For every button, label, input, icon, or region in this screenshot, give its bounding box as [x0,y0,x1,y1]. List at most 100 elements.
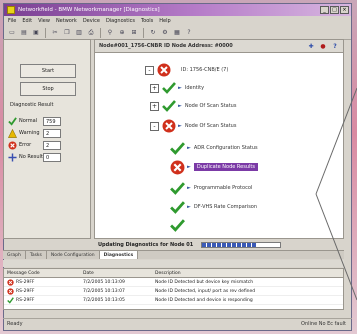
arrow-icon: ► [178,123,182,129]
menu-view[interactable]: View [38,18,50,24]
stop-button[interactable]: Stop [20,82,76,96]
diagnostic-tree-panel: Node#001_1756-CNBR ID Node Address: #000… [94,39,344,239]
warning-icon [8,128,17,138]
menu-help[interactable]: Help [159,18,170,24]
tree-node-partial[interactable] [170,218,187,232]
row-date: 7/2/2005 10:13:05 [83,298,125,303]
expand-toggle[interactable]: + [150,101,159,111]
maximize-button[interactable]: □ [330,6,339,14]
check-icon [170,200,185,214]
tree-node-label: Identity [184,85,205,91]
menu-bar: File Edit View Network Device Diagnostic… [4,16,351,26]
tree-node-identity[interactable]: + ► Identity [150,81,204,95]
stop-icon[interactable]: ● [318,42,328,51]
arrow-icon: ► [187,185,191,191]
menu-network[interactable]: Network [56,18,77,24]
chart-icon[interactable]: ▦ [172,28,182,38]
no-result-icon [8,152,17,162]
table-header: Message Code Date Description [4,269,343,278]
count-row-warning: Warning 2 [8,128,88,138]
table-row[interactable]: RS-29FF 7/2/2005 10:13:05 Node ID Detect… [4,296,343,305]
row-description: Node ID Detected and device is respondin… [155,298,253,303]
find-icon[interactable]: ⚲ [105,28,115,38]
arrow-icon: ► [187,204,191,210]
tree-node-scan-status-error[interactable]: - ► Node Of Scan Status [150,119,236,133]
toolbar-separator [100,27,101,38]
tree-node-label: ID: 1756-CNB/E (7) [181,67,229,73]
error-icon [156,63,171,77]
count-value: 2 [43,140,61,150]
tree-node-scan-status[interactable]: + ► Node Of Scan Status [150,99,236,113]
tree-node-label: Node Of Scan Status [184,123,237,129]
count-row-error: Error 2 [8,140,88,150]
log-toolbar [3,260,344,267]
refresh-icon[interactable]: ↻ [148,28,158,38]
tree-node-label: Node Of Scan Status [184,103,237,109]
menu-edit[interactable]: Edit [22,18,32,24]
check-icon [161,81,176,95]
tab-diagnostics[interactable]: Diagnostics [99,251,139,259]
copy-icon[interactable]: ❐ [62,28,72,38]
tree-node-label: DF-VHS Rate Comparison [193,204,258,210]
toolbar: ▭ ▤ ▣ ✂ ❐ ▥ ⎙ ⚲ ⊕ ⊞ ↻ ⚙ ▦ ? [4,26,351,40]
close-button[interactable]: × [340,6,349,14]
progress-fill [202,242,257,247]
check-icon [8,116,17,126]
tree-node-adr-config[interactable]: ► ADR Configuration Status [170,141,258,155]
table-row[interactable]: RS-29FF 7/2/2005 10:13:07 Node ID Detect… [4,287,343,296]
toolbar-separator [45,27,46,38]
new-icon[interactable]: ▭ [7,28,17,38]
check-icon [170,218,185,232]
column-header-date[interactable]: Date [80,269,152,277]
window-title: Networkfield - BMW Networkmanager [Diagn… [18,7,160,13]
menu-file[interactable]: File [8,18,16,24]
status-bar: Ready Online No Ec fault [3,318,352,328]
arrow-icon: ► [178,85,182,91]
settings-icon[interactable]: ⚙ [160,28,170,38]
arrow-icon: ► [178,103,182,109]
progress-strip: Updating Diagnostics for Node 01 [94,240,344,249]
menu-device[interactable]: Device [83,18,100,24]
network-icon[interactable]: ⊞ [129,28,139,38]
tree-node-duplicate-node[interactable]: ► Duplicate Node Results [170,160,258,174]
start-button[interactable]: Start [20,64,76,78]
tab-node-configuration[interactable]: Node Configuration [47,251,100,259]
tab-graph[interactable]: Graph [3,251,26,259]
print-icon[interactable]: ⎙ [86,28,96,38]
collapse-toggle[interactable]: - [150,121,159,131]
menu-diagnostics[interactable]: Diagnostics [106,18,135,24]
row-date: 7/2/2005 10:13:07 [83,289,125,294]
toolbar-separator [143,27,144,38]
column-header-description[interactable]: Description [152,269,343,277]
status-right-text: Online No Ec fault [301,321,346,327]
column-header-code[interactable]: Message Code [4,269,80,277]
save-icon[interactable]: ▣ [31,28,41,38]
message-log-table: Message Code Date Description RS-29FF 7/… [3,268,344,310]
open-icon[interactable]: ▤ [19,28,29,38]
count-value: 759 [43,116,61,126]
menu-tools[interactable]: Tools [141,18,153,24]
tree-node-rate-comparison[interactable]: ► DF-VHS Rate Comparison [170,200,257,214]
table-row[interactable]: RS-29FF 7/2/2005 10:13:09 Node ID Detect… [4,278,343,287]
cut-icon[interactable]: ✂ [50,28,60,38]
help-icon[interactable]: ? [330,42,340,51]
row-description: Node ID Detected but device key mismatch [155,280,254,285]
check-icon [170,141,185,155]
tree-node-programmable-protocol[interactable]: ► Programmable Protocol [170,181,252,195]
collapse-toggle[interactable]: - [145,65,154,75]
diagnostic-control-panel: Start Stop Diagnostic Result Normal 759 … [3,39,91,239]
tree-node-root[interactable]: - ID: 1756-CNB/E (7) [145,63,228,77]
row-description: Node ID Detected, input/ port as rev def… [155,289,256,294]
tree-node-label-selected: Duplicate Node Results [193,163,258,171]
expand-toggle[interactable]: + [150,83,159,93]
help-icon[interactable]: ? [184,28,194,38]
minimize-button[interactable]: _ [320,6,329,14]
tab-tasks[interactable]: Tasks [26,251,47,259]
zoom-icon[interactable]: ⊕ [117,28,127,38]
tree-header: Node#001_1756-CNBR ID Node Address: #000… [95,40,343,53]
count-label: Error [19,142,32,148]
add-icon[interactable]: ✚ [306,42,316,51]
paste-icon[interactable]: ▥ [74,28,84,38]
error-icon [7,287,14,295]
error-icon [161,119,176,133]
